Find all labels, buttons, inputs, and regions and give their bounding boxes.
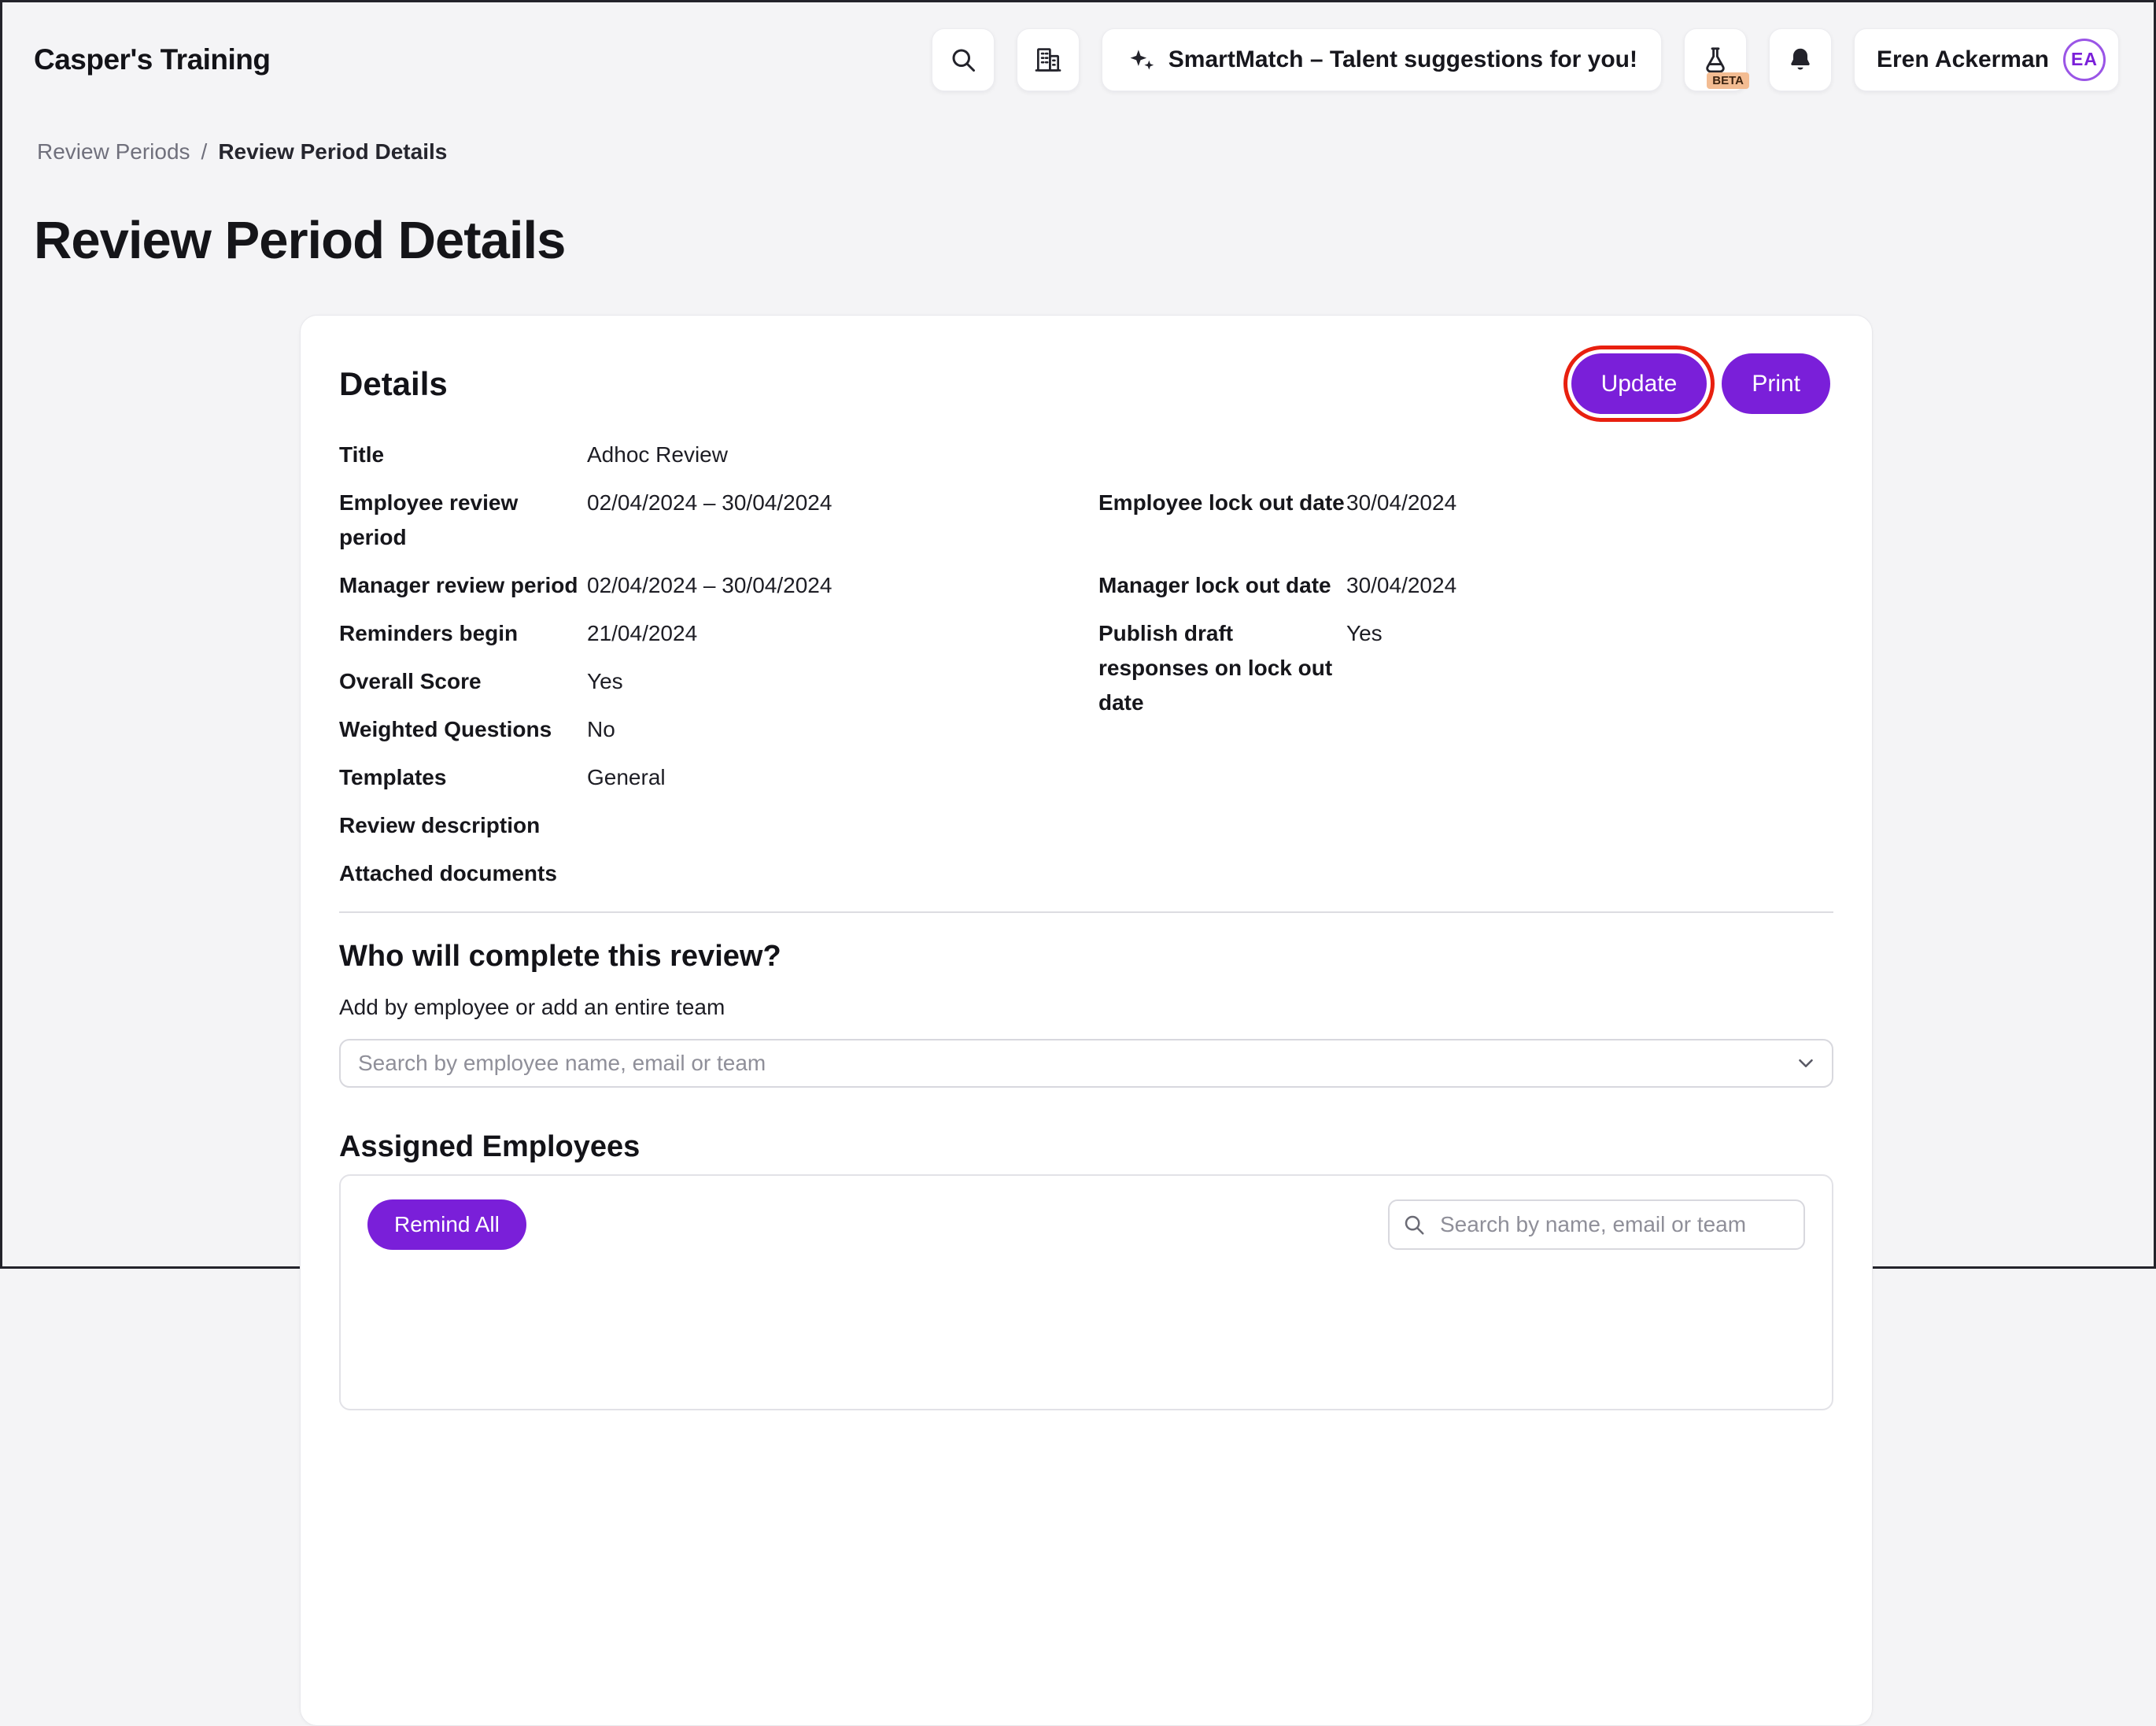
breadcrumb: Review Periods / Review Period Details bbox=[37, 139, 2154, 165]
labs-button[interactable]: BETA bbox=[1684, 28, 1747, 91]
remind-all-button[interactable]: Remind All bbox=[367, 1199, 526, 1250]
chevron-down-icon[interactable] bbox=[1794, 1051, 1818, 1075]
field-label-manager-review-period: Manager review period bbox=[339, 568, 587, 603]
field-label-overall-score: Overall Score bbox=[339, 664, 587, 699]
details-heading: Details bbox=[339, 364, 448, 405]
breadcrumb-separator: / bbox=[201, 139, 208, 165]
card-actions: Update Print bbox=[1571, 353, 1833, 414]
smartmatch-button[interactable]: SmartMatch – Talent suggestions for you! bbox=[1102, 28, 1662, 91]
user-name: Eren Ackerman bbox=[1877, 46, 2049, 73]
breadcrumb-current: Review Period Details bbox=[218, 139, 447, 165]
flask-icon bbox=[1700, 45, 1730, 75]
field-value-employee-lock-out-date: 30/04/2024 bbox=[1346, 486, 1833, 555]
topbar-actions: SmartMatch – Talent suggestions for you!… bbox=[932, 28, 2119, 91]
card-header: Details Update Print bbox=[339, 353, 1833, 414]
search-icon bbox=[949, 46, 977, 74]
assigned-search bbox=[1388, 1199, 1805, 1250]
topbar: Casper's Training SmartMatch – Talent su… bbox=[2, 2, 2154, 116]
field-label-employee-lock-out-date: Employee lock out date bbox=[1098, 486, 1346, 555]
breadcrumb-review-periods[interactable]: Review Periods bbox=[37, 139, 190, 165]
employee-team-combobox bbox=[339, 1039, 1833, 1088]
beta-badge: BETA bbox=[1707, 72, 1749, 89]
search-icon bbox=[1402, 1213, 1426, 1236]
user-menu[interactable]: Eren Ackerman EA bbox=[1854, 28, 2119, 91]
print-button[interactable]: Print bbox=[1722, 353, 1830, 414]
page-title: Review Period Details bbox=[34, 209, 2154, 272]
field-label-templates: Templates bbox=[339, 760, 587, 795]
company-button[interactable] bbox=[1017, 28, 1080, 91]
field-label-attached-documents: Attached documents bbox=[339, 856, 587, 891]
who-heading: Who will complete this review? bbox=[339, 938, 1833, 974]
notifications-button[interactable] bbox=[1769, 28, 1832, 91]
field-value-templates: General bbox=[587, 760, 1098, 795]
field-value-employee-review-period: 02/04/2024 – 30/04/2024 bbox=[587, 486, 1098, 555]
assigned-search-input[interactable] bbox=[1388, 1199, 1805, 1250]
avatar: EA bbox=[2063, 39, 2106, 81]
who-subtext: Add by employee or add an entire team bbox=[339, 995, 1833, 1020]
employee-team-search-input[interactable] bbox=[339, 1039, 1833, 1088]
field-value-title: Adhoc Review bbox=[587, 438, 1098, 472]
smartmatch-label: SmartMatch – Talent suggestions for you! bbox=[1168, 46, 1637, 73]
field-label-publish-draft: Publish draft responses on lock out date bbox=[1098, 616, 1346, 747]
field-value-overall-score: Yes bbox=[587, 664, 1098, 699]
building-icon bbox=[1033, 45, 1063, 75]
details-card: Details Update Print Title Adhoc Review … bbox=[300, 315, 1873, 1726]
assigned-employees-panel: Remind All bbox=[339, 1174, 1833, 1410]
field-label-manager-lock-out-date: Manager lock out date bbox=[1098, 568, 1346, 603]
field-label-weighted-questions: Weighted Questions bbox=[339, 712, 587, 747]
update-button[interactable]: Update bbox=[1571, 353, 1707, 414]
field-value-reminders-begin: 21/04/2024 bbox=[587, 616, 1098, 651]
field-label-title: Title bbox=[339, 438, 587, 472]
app-title: Casper's Training bbox=[34, 43, 271, 76]
sparkle-icon bbox=[1126, 45, 1156, 75]
field-label-reminders-begin: Reminders begin bbox=[339, 616, 587, 651]
details-grid: Title Adhoc Review Employee review perio… bbox=[339, 438, 1833, 891]
field-label-review-description: Review description bbox=[339, 808, 587, 843]
field-value-manager-review-period: 02/04/2024 – 30/04/2024 bbox=[587, 568, 1098, 603]
bell-icon bbox=[1786, 46, 1815, 74]
field-label-employee-review-period: Employee review period bbox=[339, 486, 587, 555]
search-button[interactable] bbox=[932, 28, 995, 91]
section-divider bbox=[339, 911, 1833, 913]
field-value-publish-draft: Yes bbox=[1346, 616, 1833, 651]
field-value-review-description bbox=[587, 808, 1098, 843]
field-value-weighted-questions: No bbox=[587, 712, 1098, 747]
field-value-attached-documents bbox=[587, 856, 1098, 891]
field-value-manager-lock-out-date: 30/04/2024 bbox=[1346, 568, 1833, 603]
assigned-employees-heading: Assigned Employees bbox=[339, 1129, 1833, 1165]
